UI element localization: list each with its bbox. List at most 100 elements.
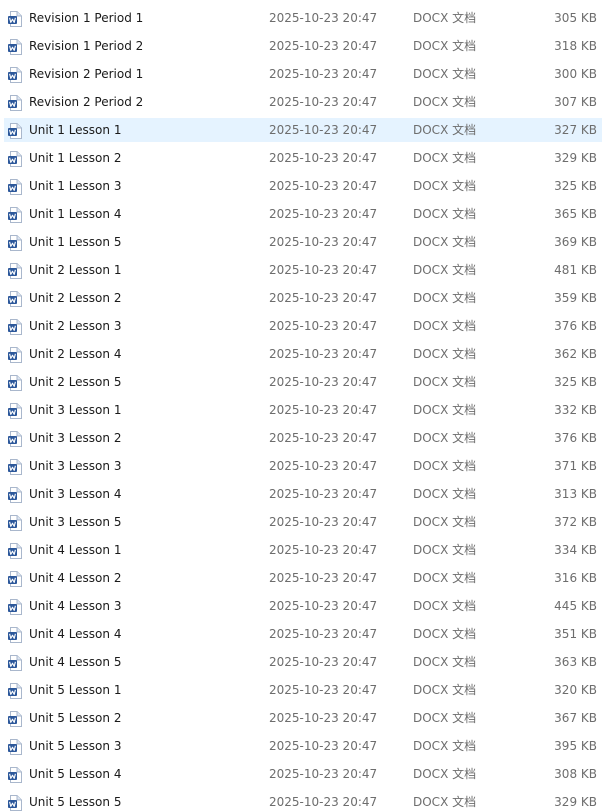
word-document-icon xyxy=(8,179,22,195)
file-size: 351 KB xyxy=(554,627,597,641)
file-name: Unit 3 Lesson 3 xyxy=(29,459,122,473)
word-document-icon xyxy=(8,683,22,699)
file-type: DOCX 文档 xyxy=(413,375,477,389)
file-name: Unit 4 Lesson 4 xyxy=(29,627,122,641)
file-date-modified: 2025-10-23 20:47 xyxy=(269,655,378,669)
file-name: Unit 5 Lesson 5 xyxy=(29,795,122,809)
file-type: DOCX 文档 xyxy=(413,179,477,193)
file-type: DOCX 文档 xyxy=(413,347,477,361)
file-date-modified: 2025-10-23 20:47 xyxy=(269,235,378,249)
file-name: Unit 5 Lesson 3 xyxy=(29,739,122,753)
file-size: 371 KB xyxy=(554,459,597,473)
file-row[interactable]: Unit 4 Lesson 5 2025-10-23 20:47 DOCX 文档 36… xyxy=(4,650,602,674)
word-document-icon xyxy=(8,431,22,447)
file-type: DOCX 文档 xyxy=(413,655,477,669)
file-type: DOCX 文档 xyxy=(413,711,477,725)
word-document-icon xyxy=(8,571,22,587)
file-name: Unit 3 Lesson 4 xyxy=(29,487,122,501)
file-type: DOCX 文档 xyxy=(413,487,477,501)
file-row[interactable]: Unit 4 Lesson 2 2025-10-23 20:47 DOCX 文档 31… xyxy=(4,566,602,590)
file-size: 325 KB xyxy=(554,179,597,193)
file-row[interactable]: Unit 5 Lesson 2 2025-10-23 20:47 DOCX 文档 36… xyxy=(4,706,602,730)
file-row[interactable]: Unit 3 Lesson 3 2025-10-23 20:47 DOCX 文档 37… xyxy=(4,454,602,478)
file-type: DOCX 文档 xyxy=(413,67,477,81)
file-type: DOCX 文档 xyxy=(413,683,477,697)
file-row[interactable]: Unit 5 Lesson 3 2025-10-23 20:47 DOCX 文档 39… xyxy=(4,734,602,758)
file-row[interactable]: Unit 5 Lesson 4 2025-10-23 20:47 DOCX 文档 30… xyxy=(4,762,602,786)
file-type: DOCX 文档 xyxy=(413,515,477,529)
file-name: Unit 2 Lesson 2 xyxy=(29,291,122,305)
file-row[interactable]: Revision 2 Period 2 2025-10-23 20:47 DOCX … xyxy=(4,90,602,114)
file-date-modified: 2025-10-23 20:47 xyxy=(269,795,378,809)
file-size: 362 KB xyxy=(554,347,597,361)
word-document-icon xyxy=(8,11,22,27)
file-name: Unit 4 Lesson 2 xyxy=(29,571,122,585)
file-row[interactable]: Unit 1 Lesson 5 2025-10-23 20:47 DOCX 文档 36… xyxy=(4,230,602,254)
file-size: 320 KB xyxy=(554,683,597,697)
file-type: DOCX 文档 xyxy=(413,599,477,613)
file-date-modified: 2025-10-23 20:47 xyxy=(269,459,378,473)
file-name: Unit 4 Lesson 5 xyxy=(29,655,122,669)
file-row[interactable]: Unit 2 Lesson 4 2025-10-23 20:47 DOCX 文档 36… xyxy=(4,342,602,366)
file-size: 327 KB xyxy=(554,123,597,137)
file-date-modified: 2025-10-23 20:47 xyxy=(269,39,378,53)
file-row[interactable]: Unit 3 Lesson 4 2025-10-23 20:47 DOCX 文档 31… xyxy=(4,482,602,506)
file-row[interactable]: Unit 5 Lesson 1 2025-10-23 20:47 DOCX 文档 32… xyxy=(4,678,602,702)
file-row[interactable]: Unit 1 Lesson 1 2025-10-23 20:47 DOCX 文档 32… xyxy=(4,118,602,142)
file-name: Unit 2 Lesson 1 xyxy=(29,263,122,277)
word-document-icon xyxy=(8,487,22,503)
file-name: Unit 1 Lesson 5 xyxy=(29,235,122,249)
file-name: Unit 1 Lesson 3 xyxy=(29,179,122,193)
file-row[interactable]: Unit 3 Lesson 1 2025-10-23 20:47 DOCX 文档 33… xyxy=(4,398,602,422)
file-date-modified: 2025-10-23 20:47 xyxy=(269,67,378,81)
word-document-icon xyxy=(8,711,22,727)
file-type: DOCX 文档 xyxy=(413,795,477,809)
file-row[interactable]: Unit 3 Lesson 5 2025-10-23 20:47 DOCX 文档 37… xyxy=(4,510,602,534)
file-name: Unit 3 Lesson 2 xyxy=(29,431,122,445)
file-date-modified: 2025-10-23 20:47 xyxy=(269,123,378,137)
file-size: 332 KB xyxy=(554,403,597,417)
file-type: DOCX 文档 xyxy=(413,571,477,585)
file-date-modified: 2025-10-23 20:47 xyxy=(269,431,378,445)
file-date-modified: 2025-10-23 20:47 xyxy=(269,599,378,613)
file-row[interactable]: Unit 1 Lesson 2 2025-10-23 20:47 DOCX 文档 32… xyxy=(4,146,602,170)
file-row[interactable]: Revision 1 Period 2 2025-10-23 20:47 DOCX … xyxy=(4,34,602,58)
file-date-modified: 2025-10-23 20:47 xyxy=(269,11,378,25)
file-row[interactable]: Unit 1 Lesson 3 2025-10-23 20:47 DOCX 文档 32… xyxy=(4,174,602,198)
file-row[interactable]: Unit 2 Lesson 2 2025-10-23 20:47 DOCX 文档 35… xyxy=(4,286,602,310)
file-row[interactable]: Unit 5 Lesson 5 2025-10-23 20:47 DOCX 文档 32… xyxy=(4,790,602,812)
file-type: DOCX 文档 xyxy=(413,151,477,165)
file-row[interactable]: Unit 2 Lesson 3 2025-10-23 20:47 DOCX 文档 37… xyxy=(4,314,602,338)
file-date-modified: 2025-10-23 20:47 xyxy=(269,263,378,277)
file-row[interactable]: Unit 2 Lesson 1 2025-10-23 20:47 DOCX 文档 48… xyxy=(4,258,602,282)
file-row[interactable]: Unit 3 Lesson 2 2025-10-23 20:47 DOCX 文档 37… xyxy=(4,426,602,450)
word-document-icon xyxy=(8,67,22,83)
file-row[interactable]: Unit 2 Lesson 5 2025-10-23 20:47 DOCX 文档 32… xyxy=(4,370,602,394)
file-row[interactable]: Unit 4 Lesson 4 2025-10-23 20:47 DOCX 文档 35… xyxy=(4,622,602,646)
file-type: DOCX 文档 xyxy=(413,459,477,473)
word-document-icon xyxy=(8,627,22,643)
word-document-icon xyxy=(8,263,22,279)
file-type: DOCX 文档 xyxy=(413,739,477,753)
file-name: Unit 5 Lesson 1 xyxy=(29,683,122,697)
file-size: 367 KB xyxy=(554,711,597,725)
file-row[interactable]: Unit 4 Lesson 1 2025-10-23 20:47 DOCX 文档 33… xyxy=(4,538,602,562)
file-size: 313 KB xyxy=(554,487,597,501)
file-row[interactable]: Unit 4 Lesson 3 2025-10-23 20:47 DOCX 文档 44… xyxy=(4,594,602,618)
file-type: DOCX 文档 xyxy=(413,319,477,333)
file-size: 329 KB xyxy=(554,151,597,165)
file-size: 334 KB xyxy=(554,543,597,557)
file-row[interactable]: Revision 2 Period 1 2025-10-23 20:47 DOCX … xyxy=(4,62,602,86)
file-row[interactable]: Unit 1 Lesson 4 2025-10-23 20:47 DOCX 文档 36… xyxy=(4,202,602,226)
file-date-modified: 2025-10-23 20:47 xyxy=(269,683,378,697)
file-size: 365 KB xyxy=(554,207,597,221)
word-document-icon xyxy=(8,403,22,419)
word-document-icon xyxy=(8,151,22,167)
file-row[interactable]: Revision 1 Period 1 2025-10-23 20:47 DOCX … xyxy=(4,6,602,30)
file-date-modified: 2025-10-23 20:47 xyxy=(269,515,378,529)
word-document-icon xyxy=(8,459,22,475)
word-document-icon xyxy=(8,95,22,111)
word-document-icon xyxy=(8,739,22,755)
file-type: DOCX 文档 xyxy=(413,767,477,781)
file-name: Unit 1 Lesson 1 xyxy=(29,123,122,137)
